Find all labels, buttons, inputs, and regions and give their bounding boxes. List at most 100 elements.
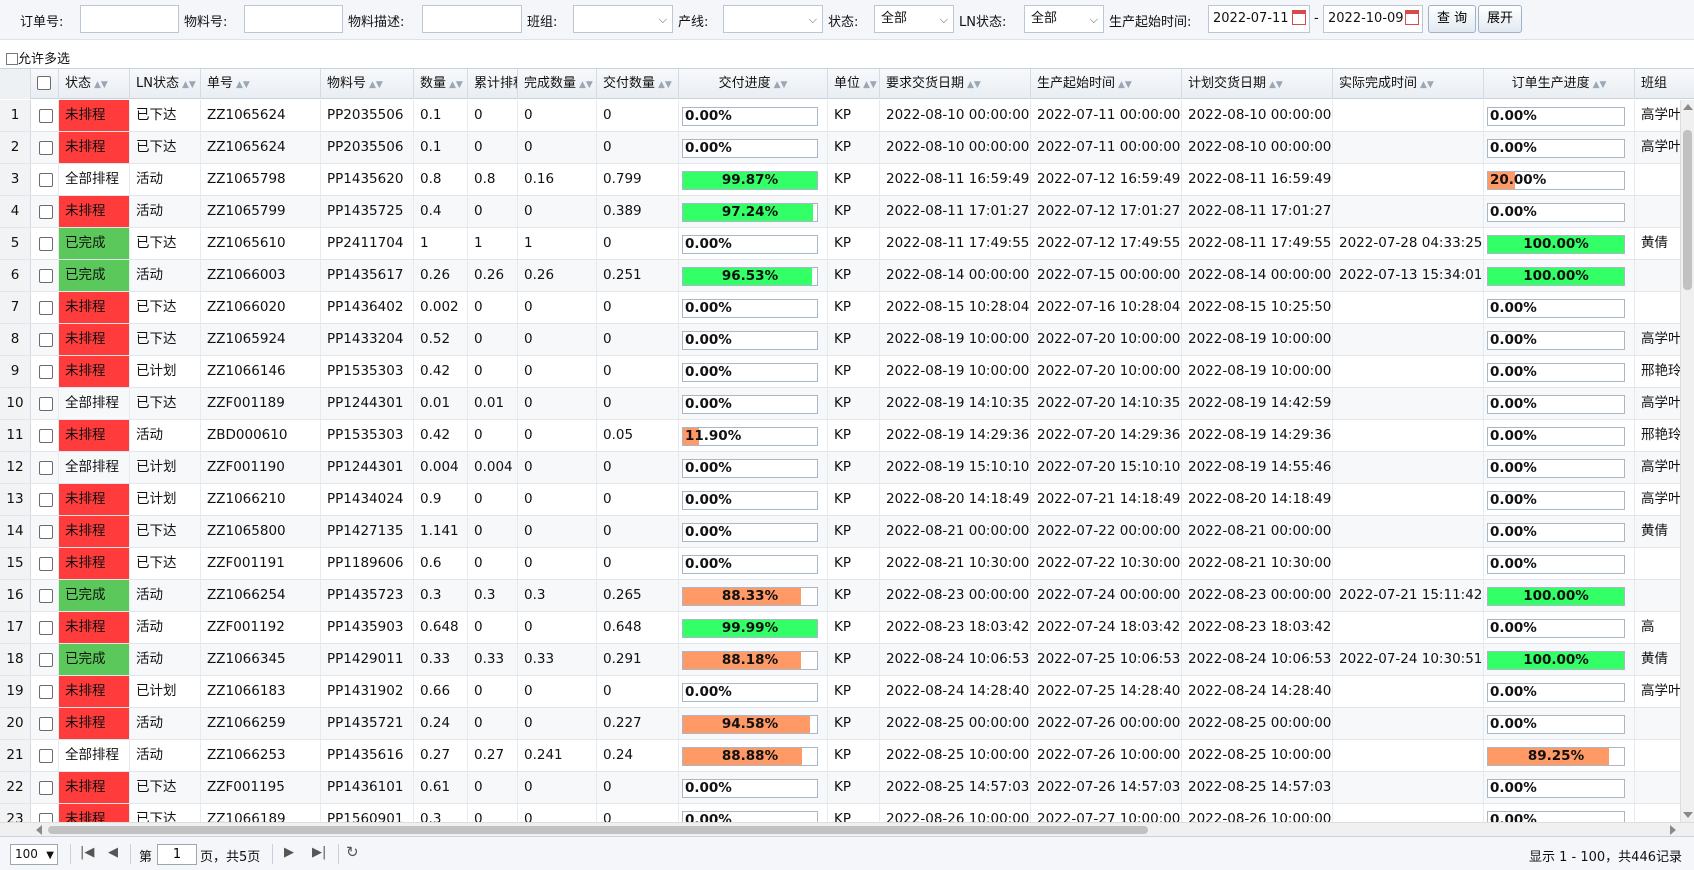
line-select[interactable]: ⌵ [723,5,823,33]
header-order-prod-progress[interactable]: 订单生产进度 ▲▼ [1484,69,1635,99]
header-plan-delivery-date[interactable]: 计划交货日期 ▲▼ [1182,69,1333,99]
select-all-checkbox[interactable] [37,76,51,90]
table-row[interactable]: 3 全部排程 活动 ZZ1065798 PP1435620 0.8 0.8 0.16 0.799… [0,164,1680,196]
row-checkbox[interactable] [39,461,53,475]
header-select-all[interactable] [31,69,59,99]
first-page-icon[interactable]: |◀ [80,845,94,860]
row-checkbox[interactable] [39,781,53,795]
scroll-right-icon[interactable] [1670,825,1676,835]
prev-page-icon[interactable]: ◀ [108,845,118,860]
last-page-icon[interactable]: ▶| [312,845,326,860]
team-select[interactable]: ⌵ [573,5,673,33]
row-checkbox[interactable] [39,109,53,123]
table-row[interactable]: 22 未排程 已下达 ZZF001195 PP1436101 0.61 0 0 0 0.00% KP… [0,772,1680,804]
material-no-input[interactable] [244,5,343,33]
table-row[interactable]: 4 未排程 活动 ZZ1065799 PP1435725 0.4 0 0 0.389 97.24%… [0,196,1680,228]
header-unit[interactable]: 单位 ▲▼ [828,69,880,99]
header-req-delivery-date[interactable]: 要求交货日期 ▲▼ [880,69,1031,99]
status-select[interactable]: 全部 ⌵ [874,5,954,33]
row-checkbox[interactable] [39,173,53,187]
header-status[interactable]: 状态 ▲▼ [59,69,130,99]
row-checkbox[interactable] [39,205,53,219]
scroll-down-icon[interactable] [1683,812,1693,818]
table-row[interactable]: 6 已完成 活动 ZZ1066003 PP1435617 0.26 0.26 0.26 0.25… [0,260,1680,292]
row-checkbox[interactable] [39,365,53,379]
table-row[interactable]: 23 未排程 已下达 ZZ1066189 PP1560901 0.3 0 0 0 0.00% KP 2… [0,804,1680,822]
row-checkbox[interactable] [39,717,53,731]
table-row[interactable]: 20 未排程 活动 ZZ1066259 PP1435721 0.24 0 0 0.227 94.5… [0,708,1680,740]
row-checkbox[interactable] [39,397,53,411]
table-row[interactable]: 12 全部排程 已计划 ZZF001190 PP1244301 0.004 0.004 0 0 0… [0,452,1680,484]
row-checkbox[interactable] [39,429,53,443]
header-cum-scheduled[interactable]: 累计排程 [468,69,518,99]
vertical-scroll-thumb[interactable] [1683,130,1692,290]
row-checkbox[interactable] [39,141,53,155]
header-ln-status[interactable]: LN状态 ▲▼ [130,69,201,99]
table-row[interactable]: 16 已完成 活动 ZZ1066254 PP1435723 0.3 0.3 0.3 0.265 8… [0,580,1680,612]
req-delivery-date-cell: 2022-08-11 17:49:55 [880,228,1031,259]
row-checkbox[interactable] [39,493,53,507]
refresh-icon[interactable]: ↻ [346,843,359,861]
table-row[interactable]: 7 未排程 已下达 ZZ1066020 PP1436402 0.002 0 0 0 0.00% KP… [0,292,1680,324]
header-completed-qty[interactable]: 完成数量 ▲▼ [518,69,597,99]
header-material-no[interactable]: 物料号 ▲▼ [321,69,414,99]
row-checkbox[interactable] [39,301,53,315]
table-row[interactable]: 21 全部排程 活动 ZZ1066253 PP1435616 0.27 0.27 0.241 0… [0,740,1680,772]
table-row[interactable]: 14 未排程 已下达 ZZ1065800 PP1427135 1.141 0 0 0 0.00% K… [0,516,1680,548]
scroll-left-icon[interactable] [36,825,42,835]
table-row[interactable]: 1 未排程 已下达 ZZ1065624 PP2035506 0.1 0 0 0 0.00% KP 20… [0,100,1680,132]
row-checkbox[interactable] [39,269,53,283]
query-button[interactable]: 查 询 [1428,5,1477,33]
chevron-down-icon: ▼ [46,850,54,861]
row-checkbox[interactable] [39,237,53,251]
date-to-input[interactable]: 2022-10-09 [1323,5,1423,33]
row-checkbox[interactable] [39,333,53,347]
multi-select-checkbox[interactable] [6,53,18,65]
next-page-icon[interactable]: ▶ [284,845,294,860]
table-row[interactable]: 18 已完成 活动 ZZ1066345 PP1429011 0.33 0.33 0.33 0.2… [0,644,1680,676]
page-size-select[interactable]: 100 ▼ [10,844,58,865]
row-checkbox[interactable] [39,525,53,539]
header-prod-start-time[interactable]: 生产起始时间 ▲▼ [1031,69,1182,99]
row-checkbox[interactable] [39,653,53,667]
horizontal-scrollbar[interactable] [0,822,1694,836]
row-checkbox[interactable] [39,749,53,763]
table-row[interactable]: 2 未排程 已下达 ZZ1065624 PP2035506 0.1 0 0 0 0.00% KP 20… [0,132,1680,164]
material-desc-input[interactable] [422,5,522,33]
row-checkbox[interactable] [39,813,53,822]
table-row[interactable]: 5 已完成 已下达 ZZ1065610 PP2411704 1 1 1 0 0.00% KP 2022… [0,228,1680,260]
table-row[interactable]: 15 未排程 已下达 ZZF001191 PP1189606 0.6 0 0 0 0.00% KP 2… [0,548,1680,580]
calendar-icon[interactable] [1292,10,1306,25]
current-page-input[interactable] [157,844,197,865]
table-row[interactable]: 13 未排程 已计划 ZZ1066210 PP1434024 0.9 0 0 0 0.00% KP 2… [0,484,1680,516]
progress-text: 0.00% [685,524,732,540]
table-row[interactable]: 11 未排程 活动 ZBD000610 PP1535303 0.42 0 0 0.05 11.90… [0,420,1680,452]
horizontal-scroll-thumb[interactable] [48,826,1148,834]
header-delivered-qty[interactable]: 交付数量 ▲▼ [597,69,679,99]
row-checkbox[interactable] [39,557,53,571]
header-order-no[interactable]: 单号 ▲▼ [201,69,321,99]
table-row[interactable]: 10 全部排程 已下达 ZZF001189 PP1244301 0.01 0.01 0 0 0.0… [0,388,1680,420]
material-no-cell: PP1435620 [321,164,414,195]
order-no-input[interactable] [80,5,179,33]
vertical-scrollbar[interactable] [1680,100,1694,822]
header-team[interactable]: 班组 [1635,69,1694,99]
table-row[interactable]: 9 未排程 已计划 ZZ1066146 PP1535303 0.42 0 0 0 0.00% KP 2… [0,356,1680,388]
ln-status-select-value: 全部 [1031,11,1058,26]
header-delivery-progress[interactable]: 交付进度 ▲▼ [679,69,828,99]
team-cell [1635,580,1680,611]
table-row[interactable]: 17 未排程 活动 ZZF001192 PP1435903 0.648 0 0 0.648 99.… [0,612,1680,644]
row-checkbox[interactable] [39,621,53,635]
scroll-up-icon[interactable] [1683,104,1693,110]
header-actual-finish-time[interactable]: 实际完成时间 ▲▼ [1333,69,1484,99]
allow-multi-select[interactable]: 允许多选 [6,48,70,67]
ln-status-select[interactable]: 全部 ⌵ [1024,5,1104,33]
row-checkbox[interactable] [39,589,53,603]
header-qty[interactable]: 数量 ▲▼ [414,69,468,99]
date-from-input[interactable]: 2022-07-11 [1208,5,1310,33]
table-row[interactable]: 19 未排程 已计划 ZZ1066183 PP1431902 0.66 0 0 0 0.00% KP… [0,676,1680,708]
row-checkbox[interactable] [39,685,53,699]
table-row[interactable]: 8 未排程 已下达 ZZ1065924 PP1433204 0.52 0 0 0 0.00% KP 2… [0,324,1680,356]
calendar-icon[interactable] [1405,10,1419,25]
expand-button[interactable]: 展开 [1478,5,1523,33]
